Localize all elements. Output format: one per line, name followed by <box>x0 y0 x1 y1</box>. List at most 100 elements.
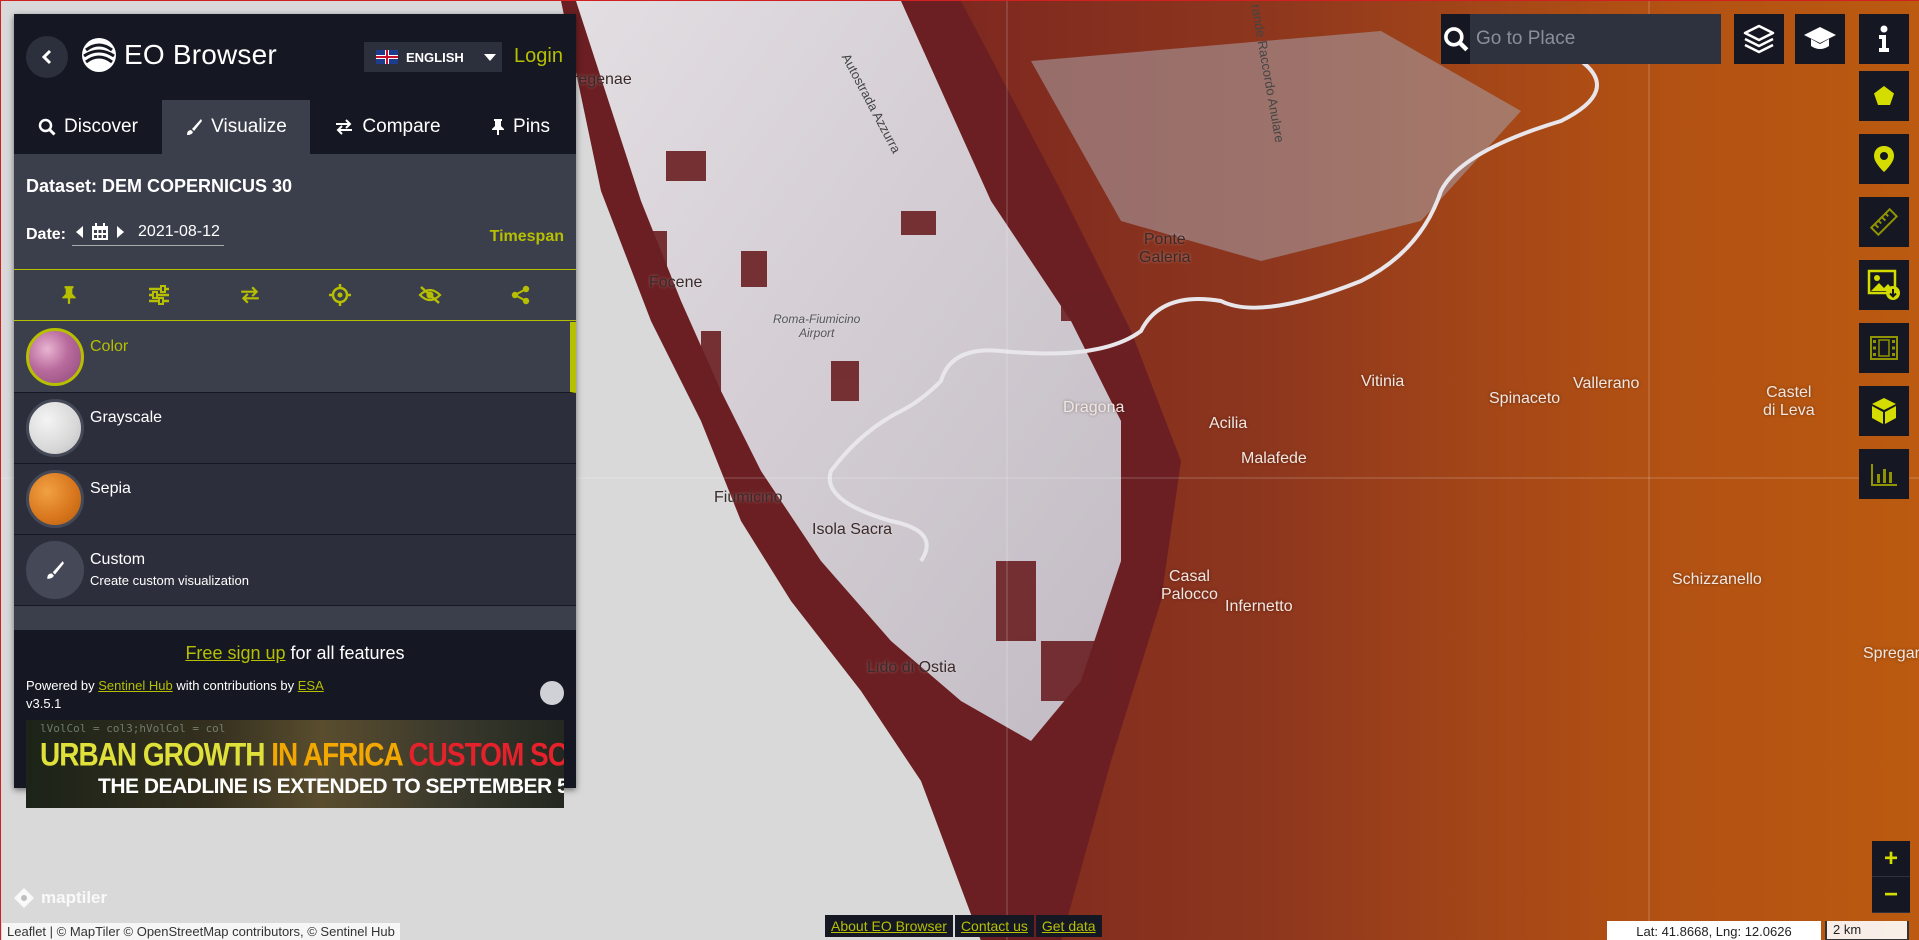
map-label-vallerano: Vallerano <box>1573 375 1640 392</box>
add-marker-button[interactable] <box>1859 134 1909 184</box>
cursor-coordinates: Lat: 41.8668, Lng: 12.0626 <box>1607 921 1821 940</box>
about-link[interactable]: About EO Browser <box>825 915 953 937</box>
tutorial-button[interactable] <box>1795 14 1845 64</box>
sidebar-header: EO Browser ENGLISH Login <box>14 14 576 100</box>
measure-button[interactable] <box>1859 197 1909 247</box>
esa-link[interactable]: ESA <box>298 678 324 693</box>
visualization-item-custom[interactable]: Custom Create custom visualization <box>14 535 576 606</box>
film-icon <box>1870 336 1898 360</box>
date-value[interactable]: 2021-08-12 <box>138 223 220 241</box>
search-button[interactable] <box>1441 14 1470 64</box>
date-row: Date: 2021-08-12 <box>26 223 224 246</box>
maptiler-logo-icon <box>14 888 34 908</box>
zoom-control: + − <box>1872 841 1910 913</box>
search-input[interactable] <box>1470 14 1721 64</box>
share-button[interactable] <box>501 275 541 315</box>
tab-label: Compare <box>362 116 441 137</box>
contact-link[interactable]: Contact us <box>954 915 1034 937</box>
map-label-dragona: Dragona <box>1063 399 1125 416</box>
statistics-button[interactable] <box>1859 449 1909 499</box>
next-date-icon[interactable] <box>117 226 125 238</box>
layers-button[interactable] <box>1734 14 1784 64</box>
banner-subline: THE DEADLINE IS EXTENDED TO SEPTEMBER 5T… <box>98 775 564 798</box>
visualization-name: Grayscale <box>90 409 163 426</box>
draw-area-button[interactable] <box>1859 71 1909 121</box>
tab-visualize[interactable]: Visualize <box>162 100 310 154</box>
bottom-links: About EO Browser Contact us Get data <box>825 915 1102 937</box>
cube-icon <box>1872 398 1896 424</box>
map-label-acilia: Acilia <box>1209 415 1248 432</box>
maptiler-logo[interactable]: maptiler <box>13 887 107 909</box>
login-link[interactable]: Login <box>514 45 563 68</box>
graduation-cap-icon <box>1804 27 1836 49</box>
language-selector[interactable]: ENGLISH <box>364 42 502 72</box>
hide-layer-button[interactable] <box>410 275 450 315</box>
esa-logo-icon[interactable] <box>540 681 564 705</box>
grayscale-thumbnail <box>26 399 84 457</box>
previous-date-icon[interactable] <box>76 226 84 238</box>
calendar-icon[interactable] <box>91 223 109 241</box>
banner-headline: URBAN GROWTH IN AFRICA CUSTOM SCRIPT CON… <box>40 737 564 774</box>
eye-slash-icon <box>418 286 443 304</box>
map-marker-icon <box>1874 146 1894 172</box>
free-signup-link[interactable]: Free sign up <box>185 643 285 663</box>
sliders-icon <box>149 285 170 305</box>
banner-headline-part: CUSTOM SCRIPT CONTEST <box>408 736 564 773</box>
pin-icon <box>62 286 76 304</box>
visualization-description: Create custom visualization <box>90 573 249 588</box>
visualization-name: Sepia <box>90 480 131 497</box>
app-name: EO Browser <box>124 39 277 70</box>
bar-chart-icon <box>1871 464 1897 486</box>
effects-button[interactable] <box>139 275 179 315</box>
collapse-sidebar-button[interactable] <box>26 36 68 78</box>
search-icon <box>1443 27 1468 52</box>
compare-arrows-icon <box>336 119 353 135</box>
contest-banner[interactable]: lVolCol = col3;hVolCol = col URBAN GROWT… <box>26 720 564 808</box>
pentagon-icon <box>1874 86 1894 105</box>
tab-pins[interactable]: Pins <box>465 100 576 154</box>
map-label-lido-di-ostia: Lido di Ostia <box>867 659 956 676</box>
map-attribution: Leaflet | © MapTiler © OpenStreetMap con… <box>2 923 400 940</box>
chevron-left-icon <box>41 49 52 65</box>
attribution-text[interactable]: Leaflet | © MapTiler © OpenStreetMap con… <box>7 924 395 939</box>
visualization-name: Custom <box>90 551 146 568</box>
3d-button[interactable] <box>1859 386 1909 436</box>
download-image-button[interactable] <box>1859 260 1909 310</box>
zoom-to-tile-button[interactable] <box>320 275 360 315</box>
pin-layer-button[interactable] <box>49 275 89 315</box>
visualization-item-grayscale[interactable]: Grayscale <box>14 393 576 464</box>
search-icon <box>38 118 56 136</box>
map-label-isola-sacra: Isola Sacra <box>812 521 893 538</box>
visualize-panel: Dataset: DEM COPERNICUS 30 Date: 2021-08… <box>14 154 576 808</box>
visualization-list: Color Grayscale Sepia Custom Create cust… <box>14 322 576 606</box>
signup-line: Free sign up for all features <box>14 643 576 664</box>
timespan-toggle[interactable]: Timespan <box>490 228 564 246</box>
crosshair-icon <box>329 284 352 306</box>
dataset-title: Dataset: DEM COPERNICUS 30 <box>26 176 293 196</box>
brush-icon <box>187 119 203 135</box>
map-label-airport: Roma-Fiumicino Airport <box>773 312 861 340</box>
tab-compare[interactable]: Compare <box>310 100 465 154</box>
map-label-castel-di-leva: Castel di Leva <box>1763 384 1815 419</box>
tab-discover[interactable]: Discover <box>14 100 162 154</box>
app-logo[interactable]: EO Browser <box>80 36 277 74</box>
scale-bar: 2 km <box>1825 921 1909 940</box>
banner-headline-part: IN AFRICA <box>271 736 409 773</box>
map-label-ponte-galeria: Ponte Galeria <box>1139 231 1191 266</box>
sentinel-hub-link[interactable]: Sentinel Hub <box>98 678 172 693</box>
visualization-item-sepia[interactable]: Sepia <box>14 464 576 535</box>
map-label-focene: Focene <box>649 274 703 291</box>
language-label: ENGLISH <box>406 49 464 65</box>
visualization-item-color[interactable]: Color <box>14 322 576 393</box>
share-icon <box>511 285 529 305</box>
compare-button[interactable] <box>230 275 270 315</box>
get-data-link[interactable]: Get data <box>1035 915 1102 937</box>
zoom-in-button[interactable]: + <box>1872 841 1910 877</box>
timelapse-button[interactable] <box>1859 323 1909 373</box>
map-label-vitinia: Vitinia <box>1361 373 1405 390</box>
map-label-spinaceto: Spinaceto <box>1489 390 1561 407</box>
info-button[interactable] <box>1859 14 1909 64</box>
map-label-casal-palocco: Casal Palocco <box>1161 568 1218 603</box>
uk-flag-icon <box>376 50 398 64</box>
zoom-out-button[interactable]: − <box>1872 877 1910 913</box>
